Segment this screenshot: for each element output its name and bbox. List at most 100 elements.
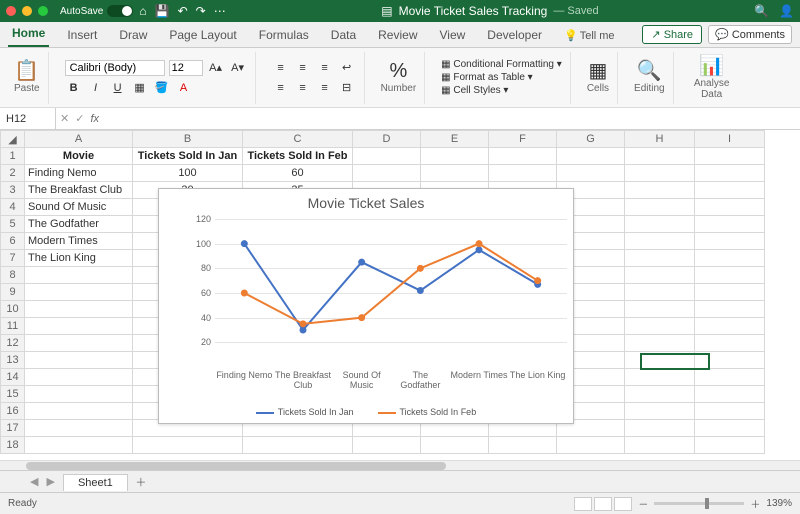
tab-page-layout[interactable]: Page Layout [165,23,240,47]
row-header[interactable]: 11 [1,318,25,335]
cell[interactable] [625,369,695,386]
row-header[interactable]: 14 [1,369,25,386]
cell[interactable] [557,165,625,182]
cell[interactable] [695,369,765,386]
cell[interactable] [625,165,695,182]
row-header[interactable]: 18 [1,437,25,454]
row-header[interactable]: 8 [1,267,25,284]
cell[interactable] [25,318,133,335]
cell[interactable] [625,301,695,318]
share-button[interactable]: ↗ Share [642,25,702,44]
cell[interactable] [695,216,765,233]
cell[interactable]: Modern Times [25,233,133,250]
toggle-icon[interactable] [107,5,133,17]
paste-icon[interactable]: 📋 [14,61,39,81]
cancel-formula-icon[interactable]: ✕ [60,112,69,125]
align-left-icon[interactable]: ≡ [272,79,290,97]
wrap-text-icon[interactable]: ↩ [338,59,356,77]
cell[interactable]: The Breakfast Club [25,182,133,199]
col-header[interactable]: G [557,131,625,148]
add-sheet-button[interactable]: ＋ [132,473,150,491]
chart[interactable]: Movie Ticket Sales 20406080100120 Findin… [158,188,574,424]
cell[interactable] [695,233,765,250]
font-name-select[interactable] [65,60,165,76]
cell[interactable] [625,199,695,216]
sheet-tab-1[interactable]: Sheet1 [63,474,128,491]
bold-button[interactable]: B [65,79,83,97]
row-header[interactable]: 12 [1,335,25,352]
cell[interactable] [695,318,765,335]
cell[interactable] [421,148,489,165]
cell[interactable] [25,369,133,386]
horizontal-scrollbar[interactable] [0,460,800,470]
cell[interactable] [353,148,421,165]
col-header[interactable]: B [133,131,243,148]
col-header[interactable]: D [353,131,421,148]
cell[interactable] [695,335,765,352]
cell[interactable] [25,420,133,437]
tab-view[interactable]: View [436,23,470,47]
cell[interactable] [421,437,489,454]
window-controls[interactable] [6,6,48,16]
select-all-corner[interactable]: ◢ [1,131,25,148]
percent-icon[interactable]: % [389,61,407,81]
decrease-font-icon[interactable]: A▾ [229,59,247,77]
enter-formula-icon[interactable]: ✓ [75,112,84,125]
cell[interactable] [695,199,765,216]
cell[interactable] [625,182,695,199]
font-color-button[interactable]: A [175,79,193,97]
cell[interactable] [625,352,695,369]
cell[interactable] [695,182,765,199]
row-header[interactable]: 2 [1,165,25,182]
row-header[interactable]: 17 [1,420,25,437]
align-center-icon[interactable]: ≡ [294,79,312,97]
cell[interactable] [25,335,133,352]
cell[interactable] [25,437,133,454]
cells-icon[interactable]: ▦ [588,61,607,81]
col-header[interactable]: A [25,131,133,148]
maximize-window[interactable] [38,6,48,16]
cell[interactable]: 100 [133,165,243,182]
italic-button[interactable]: I [87,79,105,97]
analyse-icon[interactable]: 📊 [699,56,724,76]
row-header[interactable]: 13 [1,352,25,369]
cell[interactable]: The Godfather [25,216,133,233]
row-header[interactable]: 10 [1,301,25,318]
align-top-icon[interactable]: ≡ [272,59,290,77]
tab-formulas[interactable]: Formulas [255,23,313,47]
cell[interactable] [625,250,695,267]
cell[interactable] [25,386,133,403]
cell[interactable] [489,437,557,454]
cell[interactable] [625,403,695,420]
home-icon[interactable]: ⌂ [139,4,146,18]
cell[interactable] [133,437,243,454]
cell[interactable] [695,284,765,301]
cell[interactable]: 60 [243,165,353,182]
row-header[interactable]: 6 [1,233,25,250]
save-icon[interactable]: 💾 [155,4,170,18]
user-icon[interactable]: 👤 [779,4,794,18]
tell-me[interactable]: 💡Tell me [560,24,619,47]
border-button[interactable]: ▦ [131,79,149,97]
row-header[interactable]: 7 [1,250,25,267]
cell[interactable] [695,420,765,437]
cell[interactable]: Tickets Sold In Feb [243,148,353,165]
align-middle-icon[interactable]: ≡ [294,59,312,77]
font-size-select[interactable] [169,60,203,76]
cell[interactable]: Finding Nemo [25,165,133,182]
name-box[interactable]: H12 [0,108,56,129]
redo-icon[interactable]: ↷ [196,4,206,18]
cell[interactable] [25,301,133,318]
align-right-icon[interactable]: ≡ [316,79,334,97]
col-header[interactable]: C [243,131,353,148]
cell[interactable] [625,420,695,437]
cell[interactable]: The Lion King [25,250,133,267]
col-header[interactable]: H [625,131,695,148]
cell[interactable] [25,267,133,284]
autosave-toggle[interactable]: AutoSave [60,5,133,17]
cell[interactable] [695,250,765,267]
cell[interactable] [695,386,765,403]
search-icon[interactable]: 🔍 [754,4,769,18]
format-as-table-button[interactable]: ▦ Format as Table ▾ [441,72,562,83]
sheet-nav-prev-icon[interactable]: ◀ [30,475,38,488]
